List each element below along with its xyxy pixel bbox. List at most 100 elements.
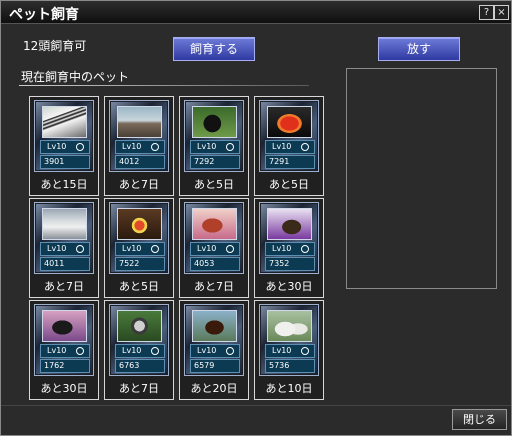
pet-level-row: Lv10 (115, 242, 165, 256)
pet-card-frame: Lv10 1762 (34, 304, 94, 376)
status-circle-icon (226, 245, 234, 253)
pet-card-frame: Lv10 7352 (259, 202, 319, 274)
pet-number-row: 4012 (115, 155, 165, 169)
pet-number: 4011 (44, 259, 65, 268)
pet-level: Lv10 (47, 244, 67, 253)
pet-level-row: Lv10 (265, 242, 315, 256)
pet-number: 4012 (119, 157, 140, 166)
pet-level: Lv10 (122, 142, 142, 151)
pet-detail-panel (346, 68, 497, 289)
help-button[interactable]: ? (479, 5, 494, 20)
pet-number-row: 7291 (265, 155, 315, 169)
pet-number: 1762 (44, 361, 65, 370)
pet-card-frame: Lv10 6763 (109, 304, 169, 376)
pet-number: 7522 (119, 259, 140, 268)
status-circle-icon (301, 245, 309, 253)
status-circle-icon (226, 347, 234, 355)
pet-number: 4053 (194, 259, 215, 268)
pet-level-row: Lv10 (40, 344, 90, 358)
pet-card[interactable]: Lv10 4011 あと7日 (29, 198, 99, 298)
release-button[interactable]: 放す (378, 37, 460, 61)
status-circle-icon (301, 347, 309, 355)
pet-days-remaining: あと5日 (119, 280, 159, 293)
status-circle-icon (226, 143, 234, 151)
pet-card[interactable]: Lv10 4053 あと7日 (179, 198, 249, 298)
status-circle-icon (151, 347, 159, 355)
pet-number: 7291 (269, 157, 290, 166)
pet-card[interactable]: Lv10 4012 あと7日 (104, 96, 174, 196)
pet-days-remaining: あと20日 (190, 382, 238, 395)
pet-number-row: 6579 (190, 359, 240, 373)
pet-card-frame: Lv10 4011 (34, 202, 94, 274)
dark-horse-image (42, 310, 87, 342)
window-close-button[interactable]: × (494, 5, 509, 20)
pet-number-row: 7292 (190, 155, 240, 169)
pet-level: Lv10 (272, 244, 292, 253)
sheep-image (267, 310, 312, 342)
pet-number-row: 7352 (265, 257, 315, 271)
pet-number: 7352 (269, 259, 290, 268)
close-button[interactable]: 閉じる (452, 409, 507, 430)
pet-card-frame: Lv10 3901 (34, 100, 94, 172)
reindeer-image (117, 106, 162, 138)
pet-window: ペット飼育 ? × 12頭飼育可 飼育する 放す 現在飼育中のペット Lv10 3… (0, 0, 512, 436)
bird-image (117, 208, 162, 240)
pet-days-remaining: あと10日 (265, 382, 313, 395)
pet-card[interactable]: Lv10 7522 あと5日 (104, 198, 174, 298)
white-reindeer-image (42, 208, 87, 240)
pet-number: 5736 (269, 361, 290, 370)
black-dog-image (192, 106, 237, 138)
pet-number-row: 7522 (115, 257, 165, 271)
pet-number: 7292 (194, 157, 215, 166)
pet-card-frame: Lv10 7291 (259, 100, 319, 172)
pet-card[interactable]: Lv10 3901 あと15日 (29, 96, 99, 196)
pet-days-remaining: あと7日 (119, 382, 159, 395)
pet-level-row: Lv10 (265, 140, 315, 154)
pet-card[interactable]: Lv10 7291 あと5日 (254, 96, 324, 196)
pet-days-remaining: あと7日 (119, 178, 159, 191)
pet-days-remaining: あと7日 (44, 280, 84, 293)
pet-days-remaining: あと7日 (194, 280, 234, 293)
pet-level: Lv10 (122, 346, 142, 355)
title-bar[interactable]: ペット飼育 ? × (1, 1, 511, 24)
purple-horse-image (267, 208, 312, 240)
pet-level: Lv10 (47, 142, 67, 151)
pet-card[interactable]: Lv10 7352 あと30日 (254, 198, 324, 298)
pet-level-row: Lv10 (40, 140, 90, 154)
pet-level: Lv10 (197, 244, 217, 253)
pet-level-row: Lv10 (265, 344, 315, 358)
pet-card-frame: Lv10 6579 (184, 304, 244, 376)
status-circle-icon (76, 245, 84, 253)
pet-level-row: Lv10 (115, 140, 165, 154)
pet-days-remaining: あと30日 (40, 382, 88, 395)
pet-level-row: Lv10 (190, 344, 240, 358)
beetle-image (192, 310, 237, 342)
pet-card[interactable]: Lv10 6579 あと20日 (179, 300, 249, 400)
pet-number: 6763 (119, 361, 140, 370)
pet-number-row: 6763 (115, 359, 165, 373)
pet-card[interactable]: Lv10 6763 あと7日 (104, 300, 174, 400)
pet-card[interactable]: Lv10 7292 あと5日 (179, 96, 249, 196)
status-circle-icon (151, 143, 159, 151)
pet-card-frame: Lv10 5736 (259, 304, 319, 376)
pet-days-remaining: あと30日 (265, 280, 313, 293)
pet-level: Lv10 (197, 142, 217, 151)
pet-card-frame: Lv10 4053 (184, 202, 244, 274)
zebra-image (42, 106, 87, 138)
pet-number-row: 3901 (40, 155, 90, 169)
pet-level-row: Lv10 (190, 140, 240, 154)
raise-button[interactable]: 飼育する (173, 37, 255, 61)
pet-card[interactable]: Lv10 5736 あと10日 (254, 300, 324, 400)
pet-level: Lv10 (272, 346, 292, 355)
pet-card[interactable]: Lv10 1762 あと30日 (29, 300, 99, 400)
pet-card-frame: Lv10 7522 (109, 202, 169, 274)
raccoon-image (117, 310, 162, 342)
status-circle-icon (151, 245, 159, 253)
pet-level: Lv10 (272, 142, 292, 151)
pet-level: Lv10 (197, 346, 217, 355)
pet-card-frame: Lv10 7292 (184, 100, 244, 172)
pet-days-remaining: あと5日 (194, 178, 234, 191)
pet-number: 3901 (44, 157, 65, 166)
pet-number-row: 1762 (40, 359, 90, 373)
status-circle-icon (76, 143, 84, 151)
